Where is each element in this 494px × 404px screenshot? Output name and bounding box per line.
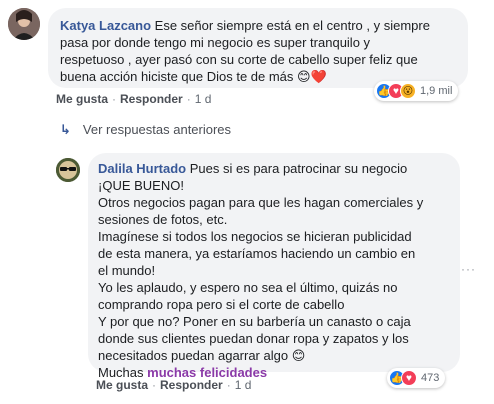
separator: · <box>186 92 191 106</box>
reactions-summary-dalila[interactable]: 👍 ♥ 473 <box>387 368 446 388</box>
reply-arrow-icon: ↳ <box>60 122 71 137</box>
timestamp[interactable]: 1 d <box>195 92 212 106</box>
profile-photo-icon <box>56 158 80 182</box>
more-options-icon[interactable]: ··· <box>461 262 476 276</box>
love-icon: ♥ <box>401 370 417 386</box>
comment-line: Yo les aplaudo, y espero no sea el últim… <box>98 280 398 295</box>
comment-actions-dalila: Me gusta · Responder · 1 d <box>96 378 251 392</box>
comment-line: pasa por donde tengo mi negocio es super… <box>60 35 371 50</box>
reply-link[interactable]: Responder <box>120 92 183 106</box>
view-previous-replies-label: Ver respuestas anteriores <box>82 122 232 137</box>
comment-line: sesiones de fotos, etc. <box>98 212 228 227</box>
comment-line: Y por que no? Poner en su barbería un ca… <box>98 314 411 329</box>
separator: · <box>152 378 157 392</box>
comment-line: Katya Lazcano Ese señor siempre está en … <box>60 17 456 34</box>
comment-line: comprando ropa pero si el corte de cabel… <box>98 297 345 312</box>
comment-line: respetuoso , ayer pasó con su corte de c… <box>60 52 418 67</box>
separator: · <box>112 92 117 106</box>
wow-icon: 😮 <box>400 83 416 99</box>
comment-line: Otros negocios pagan para que les hagan … <box>98 195 424 210</box>
avatar-dalila[interactable] <box>56 158 80 182</box>
comment-actions-katya: Me gusta · Responder · 1 d <box>56 92 211 106</box>
comment-line: el mundo! <box>98 263 156 278</box>
comment-text: Pues si es para patrocinar su negocio <box>186 161 408 176</box>
comment-text: Ese señor siempre está en el centro , y … <box>151 18 430 33</box>
profile-photo-icon <box>8 8 40 40</box>
like-link[interactable]: Me gusta <box>56 92 108 106</box>
like-link[interactable]: Me gusta <box>96 378 148 392</box>
comment-line: donde sus clientes puedan donar ropa y z… <box>98 331 409 346</box>
reaction-count: 1,9 mil <box>420 85 453 97</box>
separator: · <box>226 378 231 392</box>
comment-line: ¡QUE BUENO! <box>98 178 184 193</box>
comment-bubble-katya: Katya Lazcano Ese señor siempre está en … <box>48 8 468 88</box>
comment-line: Imagínese si todos los negocios se hicie… <box>98 229 412 244</box>
comment-line: de esta manera, ya estaríamos haciendo u… <box>98 246 416 261</box>
comment-author[interactable]: Katya Lazcano <box>60 18 151 33</box>
comment-line: necesitados puedan agarrar algo 😊 <box>98 348 306 363</box>
comment-bubble-dalila: Dalila Hurtado Pues si es para patrocina… <box>88 153 460 380</box>
comment-line: Dalila Hurtado Pues si es para patrocina… <box>98 160 450 177</box>
avatar-katya[interactable] <box>8 8 40 40</box>
comment-author[interactable]: Dalila Hurtado <box>98 161 186 176</box>
reaction-count: 473 <box>421 372 440 384</box>
reactions-summary-katya[interactable]: 👍 ♥ 😮 1,9 mil <box>374 81 459 101</box>
timestamp[interactable]: 1 d <box>235 378 252 392</box>
view-previous-replies-link[interactable]: ↳ Ver respuestas anteriores <box>60 122 231 138</box>
reply-link[interactable]: Responder <box>160 378 223 392</box>
